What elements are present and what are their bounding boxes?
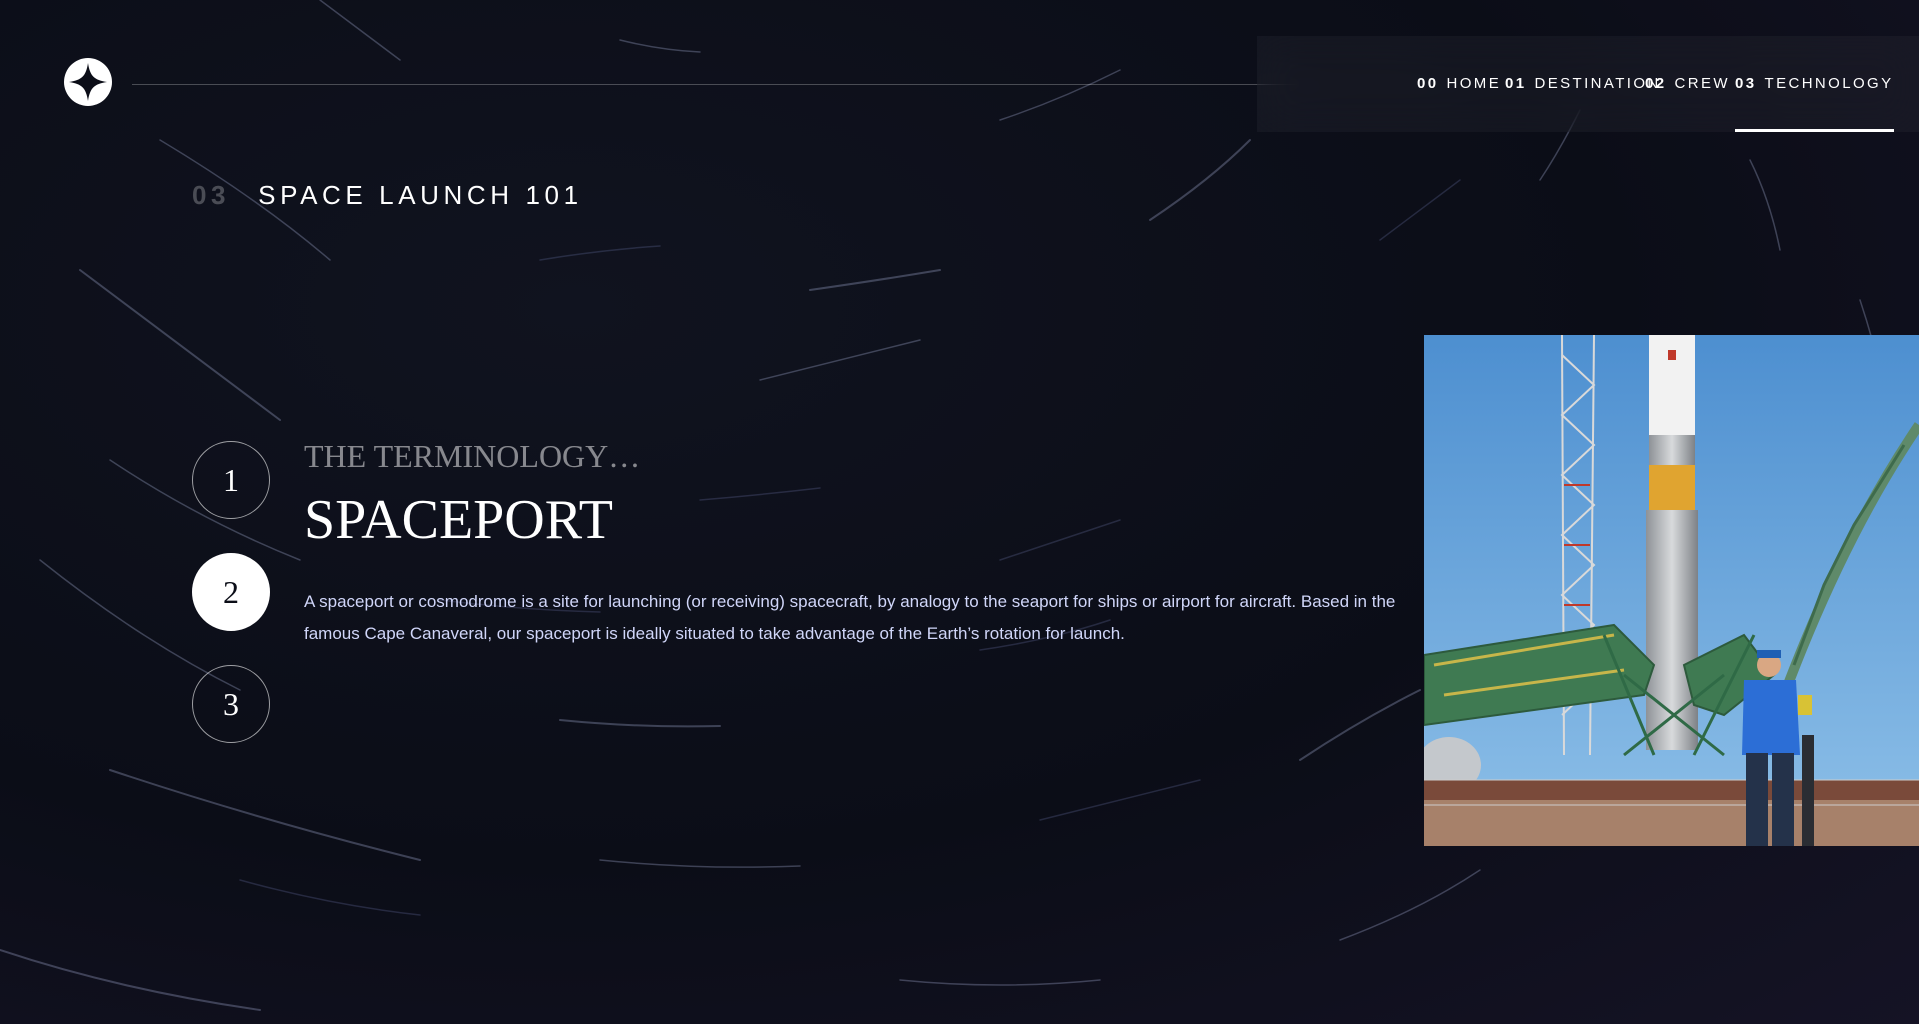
- nav-item-number: 03: [1735, 75, 1757, 92]
- step-button-1[interactable]: 1: [192, 441, 270, 519]
- nav-item-home[interactable]: 00 HOME: [1417, 36, 1501, 132]
- header-divider: [132, 84, 1297, 85]
- logo-icon[interactable]: [64, 58, 112, 106]
- step-button-2[interactable]: 2: [192, 553, 270, 631]
- spaceport-image: [1424, 335, 1919, 846]
- nav-item-number: 01: [1505, 75, 1527, 92]
- technology-title: SPACEPORT: [304, 489, 613, 551]
- nav-item-label: TECHNOLOGY: [1764, 75, 1894, 92]
- nav-item-label: CREW: [1674, 75, 1730, 92]
- nav-item-destination[interactable]: 01 DESTINATION: [1505, 36, 1661, 132]
- nav-item-label: DESTINATION: [1534, 75, 1661, 92]
- page-heading-text: SPACE LAUNCH 101: [258, 180, 583, 210]
- nav-item-number: 02: [1645, 75, 1667, 92]
- page-title: 03 SPACE LAUNCH 101: [192, 180, 583, 211]
- page-number: 03: [192, 180, 231, 210]
- technology-description: A spaceport or cosmodrome is a site for …: [304, 592, 1396, 643]
- nav-item-technology[interactable]: 03 TECHNOLOGY: [1735, 36, 1894, 132]
- step-button-3[interactable]: 3: [192, 665, 270, 743]
- main-nav: 00 HOME 01 DESTINATION 02 CREW 03 TECHNOLOGY: [1257, 36, 1919, 132]
- four-point-star-icon: [69, 63, 107, 101]
- nav-item-number: 00: [1417, 75, 1439, 92]
- nav-item-label: HOME: [1446, 75, 1502, 92]
- terminology-subtitle: THE TERMINOLOGY…: [304, 438, 641, 474]
- nav-item-crew[interactable]: 02 CREW: [1645, 36, 1730, 132]
